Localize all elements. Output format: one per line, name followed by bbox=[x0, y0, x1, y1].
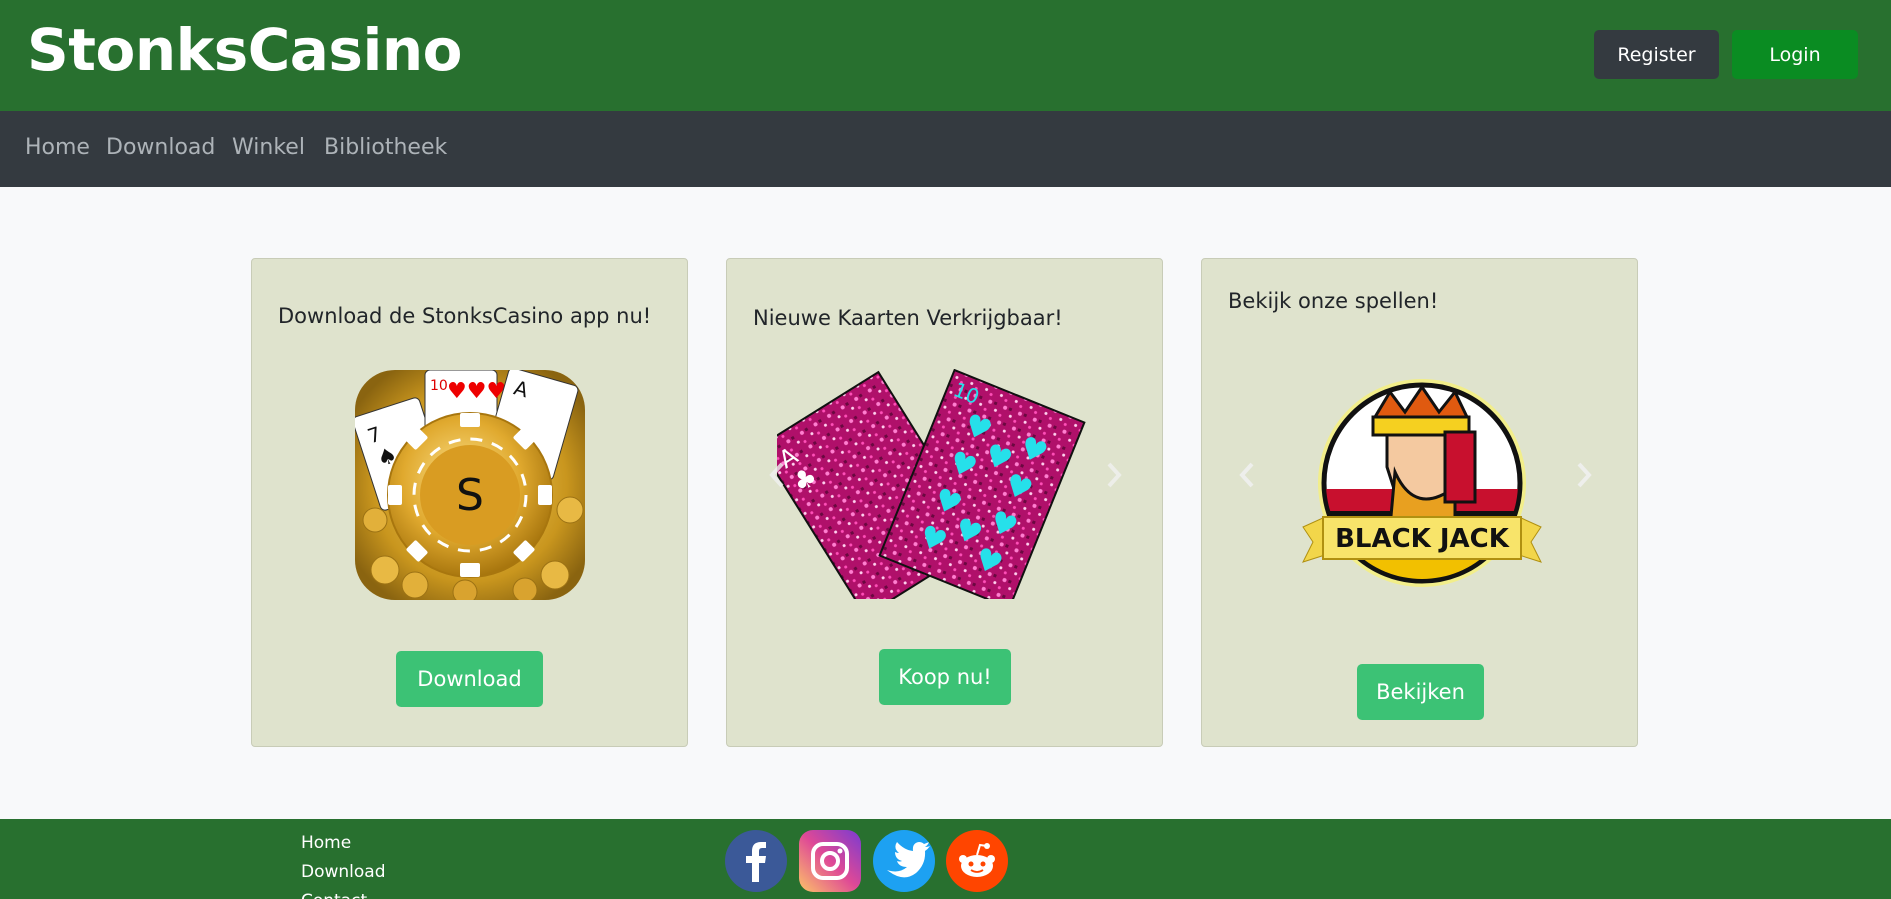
chip-letter: S bbox=[456, 470, 484, 521]
carousel-next-arrow[interactable] bbox=[1569, 455, 1599, 495]
card-title: Nieuwe Kaarten Verkrijgbaar! bbox=[753, 306, 1063, 330]
login-button[interactable]: Login bbox=[1732, 30, 1858, 79]
svg-text:♥♥♥: ♥♥♥ bbox=[447, 379, 506, 404]
nav-item-home[interactable]: Home bbox=[25, 133, 90, 163]
card-games: Bekijk onze spellen! BLACK JACK Bekijken bbox=[1201, 258, 1638, 747]
stonkscasino-app-icon: 7 ♠ 10 ♥♥♥ A S bbox=[355, 370, 585, 600]
nav-item-download[interactable]: Download bbox=[106, 133, 215, 163]
footer-link-contact[interactable]: Contact bbox=[301, 889, 367, 899]
twitter-icon[interactable] bbox=[873, 830, 935, 892]
blackjack-logo-text: BLACK JACK bbox=[1335, 524, 1510, 554]
instagram-icon[interactable] bbox=[799, 830, 861, 892]
card-download-app: Download de StonksCasino app nu! 7 ♠ 10 … bbox=[251, 258, 688, 747]
reddit-icon[interactable] bbox=[946, 830, 1008, 892]
view-games-button[interactable]: Bekijken bbox=[1357, 664, 1484, 720]
carousel-prev-arrow[interactable] bbox=[1232, 455, 1262, 495]
footer-link-download[interactable]: Download bbox=[301, 860, 386, 884]
card-title: Bekijk onze spellen! bbox=[1228, 289, 1439, 313]
card-title: Download de StonksCasino app nu! bbox=[278, 304, 652, 328]
buy-now-button[interactable]: Koop nu! bbox=[879, 649, 1011, 705]
facebook-icon[interactable] bbox=[725, 830, 787, 892]
main-nav: Home Download Winkel Bibliotheek bbox=[0, 111, 1891, 187]
site-header: StonksCasino Register Login bbox=[0, 0, 1891, 111]
nav-item-bibliotheek[interactable]: Bibliotheek bbox=[324, 133, 447, 163]
svg-text:10: 10 bbox=[430, 378, 448, 394]
register-button[interactable]: Register bbox=[1594, 30, 1719, 79]
blackjack-logo-image: BLACK JACK bbox=[1295, 377, 1549, 593]
footer-link-home[interactable]: Home bbox=[301, 831, 351, 855]
card-new-cards: Nieuwe Kaarten Verkrijgbaar! A ♣ 10 ♥ ♥ … bbox=[726, 258, 1163, 747]
nav-item-winkel[interactable]: Winkel bbox=[232, 133, 305, 163]
download-button[interactable]: Download bbox=[396, 651, 543, 707]
site-brand[interactable]: StonksCasino bbox=[27, 12, 462, 88]
playing-cards-image: A ♣ 10 ♥ ♥ ♥ ♥ ♥ ♥ ♥ ♥ ♥ ♥ bbox=[758, 368, 1117, 618]
carousel-next-arrow[interactable] bbox=[1099, 455, 1129, 495]
site-footer: Home Download Contact bbox=[0, 819, 1891, 899]
carousel-prev-arrow[interactable] bbox=[762, 455, 792, 495]
